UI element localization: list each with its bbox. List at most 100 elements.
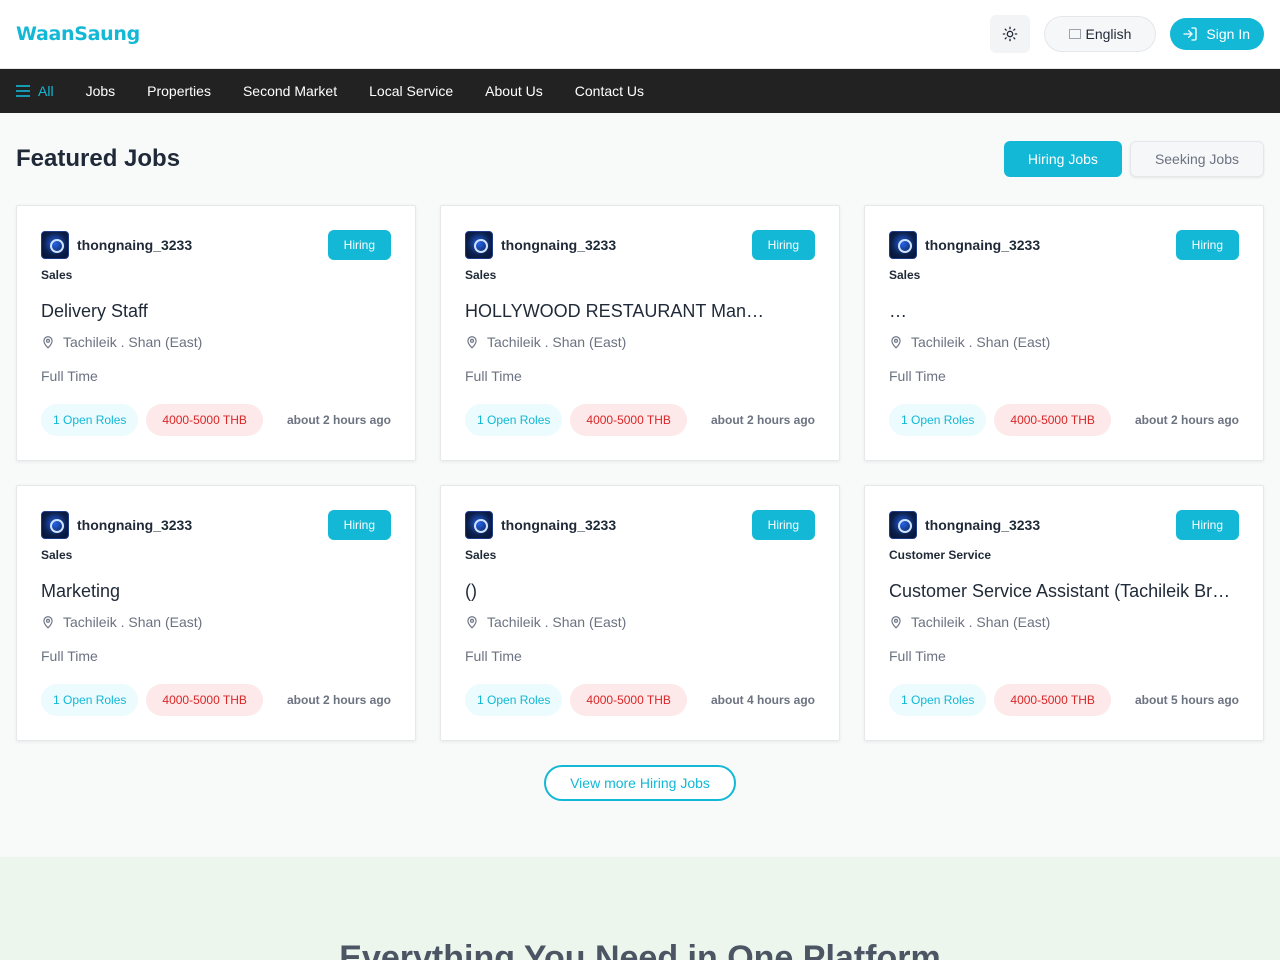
nav-item-local-service[interactable]: Local Service: [369, 83, 453, 99]
nav-item-all[interactable]: All: [16, 83, 54, 99]
avatar: [41, 511, 69, 539]
open-roles-chip: 1 Open Roles: [889, 684, 987, 716]
tab-seeking-jobs[interactable]: Seeking Jobs: [1129, 141, 1264, 177]
poster-username: thongnaing_3233: [925, 517, 1041, 533]
poster-info: thongnaing_3233: [889, 231, 1040, 259]
nav-item-jobs[interactable]: Jobs: [86, 83, 116, 99]
top-header: WaanSaung English Sign In: [0, 0, 1280, 69]
nav-item-label: All: [38, 83, 54, 99]
job-location: Tachileik . Shan (East): [465, 332, 815, 352]
map-pin-icon: [43, 336, 53, 349]
poster-username: thongnaing_3233: [77, 237, 193, 253]
location-text: Tachileik . Shan (East): [63, 334, 203, 350]
poster-username: thongnaing_3233: [925, 237, 1041, 253]
location-text: Tachileik . Shan (East): [487, 334, 627, 350]
poster-username: thongnaing_3233: [501, 517, 617, 533]
flag-icon: [1069, 29, 1082, 39]
poster-info: thongnaing_3233: [889, 511, 1040, 539]
featured-header: Featured Jobs Hiring Jobs Seeking Jobs: [16, 113, 1264, 205]
job-card[interactable]: thongnaing_3233 Hiring Sales () Tachilei…: [440, 485, 840, 741]
featured-jobs-section: Featured Jobs Hiring Jobs Seeking Jobs t…: [0, 113, 1280, 801]
theme-toggle-button[interactable]: [990, 15, 1031, 53]
job-card-grid: thongnaing_3233 Hiring Sales Delivery St…: [16, 205, 1264, 741]
job-type-tabs: Hiring Jobs Seeking Jobs: [1003, 141, 1264, 177]
poster-info: thongnaing_3233: [465, 231, 616, 259]
language-selector[interactable]: English: [1044, 16, 1157, 52]
hiring-badge: Hiring: [751, 510, 815, 540]
job-category: Customer Service: [889, 548, 992, 562]
posted-time: about 2 hours ago: [286, 413, 391, 427]
salary-chip: 4000-5000 THB: [146, 684, 263, 716]
poster-info: thongnaing_3233: [41, 231, 192, 259]
salary-chip: 4000-5000 THB: [146, 404, 263, 436]
job-title[interactable]: Customer Service Assistant (Tachileik Br…: [889, 579, 1239, 603]
job-card[interactable]: thongnaing_3233 Hiring Sales HOLLYWOOD R…: [440, 205, 840, 461]
card-top: thongnaing_3233 Hiring: [889, 230, 1239, 260]
view-more-button[interactable]: View more Hiring Jobs: [544, 765, 736, 801]
card-top: thongnaing_3233 Hiring: [465, 230, 815, 260]
map-pin-icon: [891, 336, 901, 349]
map-pin-icon: [467, 616, 477, 629]
card-footer: 1 Open Roles 4000-5000 THB about 2 hours…: [41, 684, 391, 716]
salary-chip: 4000-5000 THB: [570, 404, 687, 436]
open-roles-chip: 1 Open Roles: [889, 404, 987, 436]
job-type: Full Time: [889, 368, 946, 384]
card-footer: 1 Open Roles 4000-5000 THB about 4 hours…: [465, 684, 815, 716]
map-pin-icon: [467, 336, 477, 349]
card-chips: 1 Open Roles 4000-5000 THB: [889, 404, 1111, 436]
card-footer: 1 Open Roles 4000-5000 THB about 2 hours…: [41, 404, 391, 436]
poster-username: thongnaing_3233: [77, 517, 193, 533]
job-location: Tachileik . Shan (East): [889, 332, 1239, 352]
platform-section: Everything You Need in One Platform: [0, 857, 1280, 960]
job-type: Full Time: [465, 368, 522, 384]
job-category: Sales: [41, 268, 73, 282]
job-location: Tachileik . Shan (East): [41, 612, 391, 632]
nav-item-properties[interactable]: Properties: [147, 83, 211, 99]
open-roles-chip: 1 Open Roles: [41, 404, 139, 436]
job-card[interactable]: thongnaing_3233 Hiring Sales Delivery St…: [16, 205, 416, 461]
nav-item-second-market[interactable]: Second Market: [243, 83, 337, 99]
poster-info: thongnaing_3233: [465, 511, 616, 539]
salary-chip: 4000-5000 THB: [994, 684, 1111, 716]
job-type: Full Time: [41, 648, 98, 664]
open-roles-chip: 1 Open Roles: [465, 404, 563, 436]
job-type: Full Time: [41, 368, 98, 384]
avatar: [465, 231, 493, 259]
sun-icon: [1003, 26, 1018, 42]
menu-icon: [16, 85, 30, 97]
nav-item-contact-us[interactable]: Contact Us: [575, 83, 644, 99]
location-text: Tachileik . Shan (East): [911, 334, 1051, 350]
posted-time: about 4 hours ago: [710, 693, 815, 707]
language-label: English: [1085, 26, 1132, 42]
card-footer: 1 Open Roles 4000-5000 THB about 2 hours…: [889, 404, 1239, 436]
job-title[interactable]: HOLLYWOOD RESTAURANT Man…: [465, 299, 815, 323]
job-title[interactable]: Delivery Staff: [41, 299, 391, 323]
job-category: Sales: [465, 548, 497, 562]
job-category: Sales: [465, 268, 497, 282]
job-title[interactable]: …: [889, 299, 1239, 323]
location-text: Tachileik . Shan (East): [487, 614, 627, 630]
hiring-badge: Hiring: [1175, 510, 1239, 540]
job-type: Full Time: [889, 648, 946, 664]
sign-in-label: Sign In: [1206, 26, 1250, 42]
hiring-badge: Hiring: [327, 510, 391, 540]
sign-in-button[interactable]: Sign In: [1170, 18, 1264, 50]
job-title[interactable]: Marketing: [41, 579, 391, 603]
main-nav: All Jobs Properties Second Market Local …: [0, 69, 1280, 113]
job-card[interactable]: thongnaing_3233 Hiring Sales Marketing T…: [16, 485, 416, 741]
job-card[interactable]: thongnaing_3233 Hiring Sales … Tachileik…: [864, 205, 1264, 461]
job-title[interactable]: (): [465, 579, 815, 603]
nav-item-about-us[interactable]: About Us: [485, 83, 543, 99]
poster-info: thongnaing_3233: [41, 511, 192, 539]
tab-hiring-jobs[interactable]: Hiring Jobs: [1003, 141, 1122, 177]
card-top: thongnaing_3233 Hiring: [889, 510, 1239, 540]
job-location: Tachileik . Shan (East): [889, 612, 1239, 632]
hiring-badge: Hiring: [327, 230, 391, 260]
posted-time: about 2 hours ago: [710, 413, 815, 427]
avatar: [465, 511, 493, 539]
site-logo[interactable]: WaanSaung: [16, 23, 140, 45]
view-more-wrap: View more Hiring Jobs: [16, 765, 1264, 801]
salary-chip: 4000-5000 THB: [994, 404, 1111, 436]
job-card[interactable]: thongnaing_3233 Hiring Customer Service …: [864, 485, 1264, 741]
avatar: [889, 511, 917, 539]
